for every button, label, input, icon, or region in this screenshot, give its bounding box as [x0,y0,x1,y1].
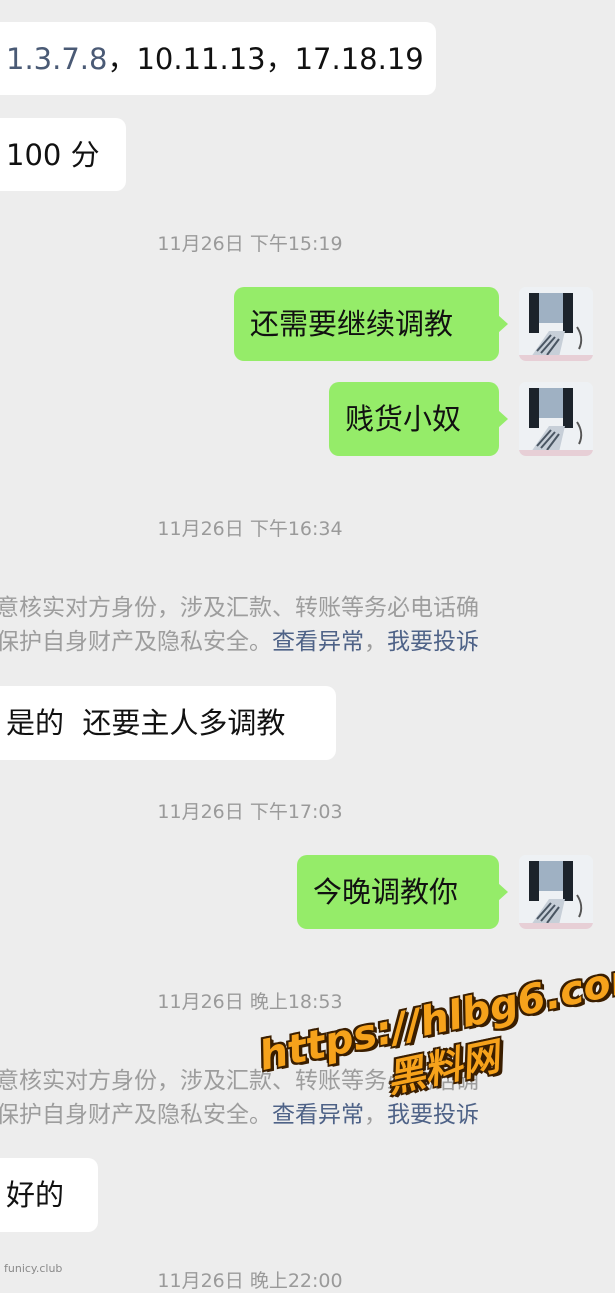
message-text: ，10.11.13，17.18.19 [107,42,424,76]
security-notice: 意核实对方身份，涉及汇款、转账等务必电话确 保护自身财产及隐私安全。查看异常，我… [0,591,615,659]
notice-separator: ， [364,1102,387,1128]
received-message[interactable]: 1.3.7.8，10.11.13，17.18.19 [0,22,436,95]
timestamp: 11月26日 下午15:19 [157,233,343,255]
timestamp: 11月26日 下午16:34 [157,518,343,540]
avatar-image-icon [519,382,593,456]
avatar-image-icon [519,287,593,361]
notice-line: 意核实对方身份，涉及汇款、转账等务必电话确 [0,1068,479,1094]
timestamp: 11月26日 晚上18:53 [157,991,343,1013]
received-message[interactable]: 是的 还要主人多调教 [0,686,336,760]
received-message[interactable]: 100 分 [0,118,126,191]
avatar-image-icon [519,855,593,929]
complain-link[interactable]: 我要投诉 [387,629,479,655]
user-avatar[interactable] [519,855,593,929]
view-anomaly-link[interactable]: 查看异常 [272,629,364,655]
message-text: 100 分 [6,138,100,172]
corner-watermark: funicy.club [4,1262,63,1275]
notice-line: 意核实对方身份，涉及汇款、转账等务必电话确 [0,595,479,621]
timestamp: 11月26日 下午17:03 [157,801,343,823]
message-text: 好的 [6,1178,65,1212]
bubble-tail [498,410,508,428]
sent-message[interactable]: 今晚调教你 [297,855,508,929]
message-text: 还需要继续调教 [250,307,454,341]
notice-line: 保护自身财产及隐私安全。查看异常，我要投诉 [0,625,615,659]
complain-link[interactable]: 我要投诉 [387,1102,479,1128]
message-link[interactable]: 1.3.7.8 [6,42,107,76]
watermark-url: https://hlbg6.com [255,951,615,1080]
security-notice: 意核实对方身份，涉及汇款、转账等务必电话确 保护自身财产及隐私安全。查看异常，我… [0,1064,615,1132]
notice-text: 保护自身财产及隐私安全。 [0,1102,272,1128]
bubble-tail [498,315,508,333]
user-avatar[interactable] [519,287,593,361]
bubble-tail [498,883,508,901]
sent-message[interactable]: 还需要继续调教 [234,287,508,361]
sent-message[interactable]: 贱货小奴 [329,382,508,456]
received-message[interactable]: 好的 [0,1158,98,1232]
notice-separator: ， [364,629,387,655]
view-anomaly-link[interactable]: 查看异常 [272,1102,364,1128]
notice-text: 保护自身财产及隐私安全。 [0,629,272,655]
message-text: 是的 还要主人多调教 [6,706,286,740]
message-text: 今晚调教你 [313,875,459,909]
message-text: 贱货小奴 [345,402,462,436]
notice-line: 保护自身财产及隐私安全。查看异常，我要投诉 [0,1098,615,1132]
user-avatar[interactable] [519,382,593,456]
